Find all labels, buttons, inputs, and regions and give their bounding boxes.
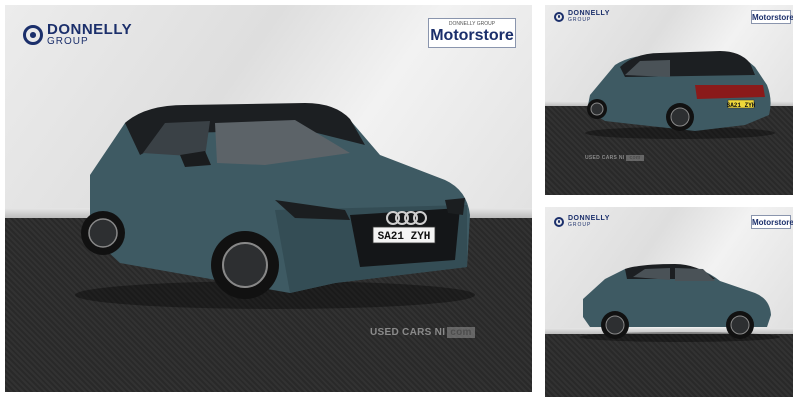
thumbnail-side[interactable]: DONNELLY GROUP Motorstore [545,207,793,397]
used-cars-ni-watermark: USED CARS NI com [370,327,475,338]
watermark-text: USED CARS NI [585,155,625,161]
main-photo[interactable]: DONNELLY GROUP DONNELLY GROUP Motorstore [5,5,532,392]
rear-plate: SA21 ZYH [727,102,756,109]
watermark-text: USED CARS NI [370,327,446,338]
used-cars-ni-watermark: USED CARS NI com [585,155,644,161]
watermark-badge: com [447,327,475,338]
watermark-badge: com [626,155,644,161]
car-rear-image: SA21 ZYH [585,51,775,139]
car-side-image [580,264,780,342]
front-plate: SA21 ZYH [378,231,431,243]
thumbnail-rear[interactable]: DONNELLY GROUP Motorstore SA21 ZYH USED … [545,5,793,195]
